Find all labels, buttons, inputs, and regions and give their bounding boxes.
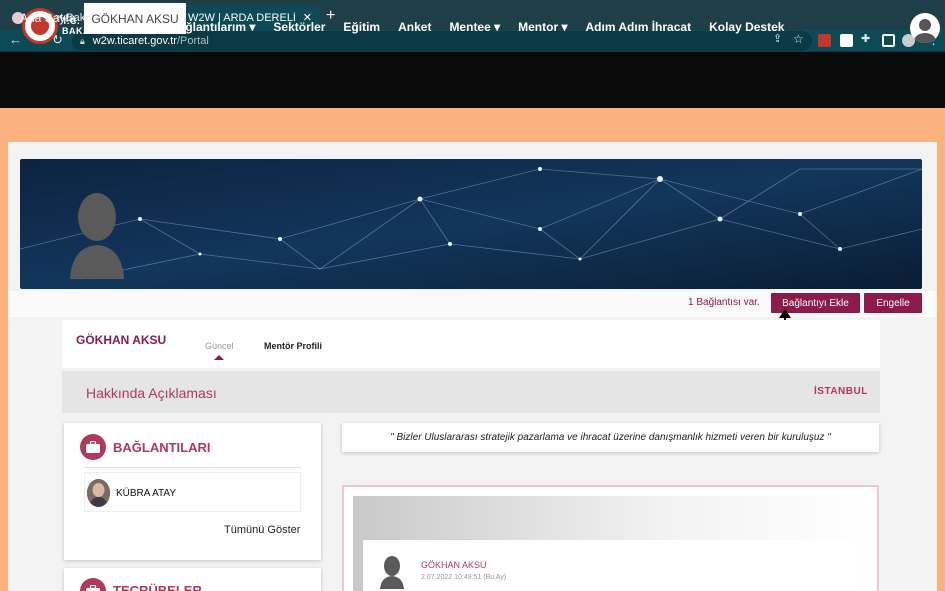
tab-home[interactable]: Ana Sayfa xyxy=(12,8,83,28)
annotation-arrow-head xyxy=(779,309,791,318)
experiences-title: TECRÜBELER xyxy=(113,583,202,591)
bookmark-star-icon[interactable]: ☆ xyxy=(793,32,804,46)
profile-name: GÖKHAN AKSU xyxy=(76,333,167,347)
tab-mentor-profile[interactable]: Mentör Profili xyxy=(264,341,322,351)
bio-quote-card: " Bizler Uluslararası stratejik pazarlam… xyxy=(342,423,879,452)
sidebar-icon[interactable] xyxy=(882,34,895,47)
connections-title: BAĞLANTILARI xyxy=(113,440,211,455)
profile-name-card xyxy=(62,320,880,368)
profile-cover-image xyxy=(20,159,922,289)
briefcase-icon xyxy=(80,434,106,460)
user-avatar[interactable] xyxy=(910,13,940,43)
lock-icon: 🔒︎ xyxy=(80,35,85,46)
show-all-link[interactable]: Tümünü Göster xyxy=(224,524,300,536)
extensions-puzzle-icon[interactable]: ✚ xyxy=(861,32,870,45)
divider xyxy=(84,467,301,468)
nav-education[interactable]: Eğitim xyxy=(343,20,380,34)
connection-count: 1 Bağlantısı var. xyxy=(688,297,760,308)
tab-current[interactable]: Güncel xyxy=(205,341,234,351)
extension-grid-icon[interactable] xyxy=(818,34,831,47)
block-button[interactable]: Engelle xyxy=(864,293,922,313)
nav-step-export[interactable]: Adım Adım İhracat xyxy=(586,20,692,34)
profile-avatar xyxy=(66,189,128,282)
address-bar[interactable]: 🔒︎ w2w.ticaret.gov.tr/Portal xyxy=(72,31,812,51)
connection-avatar[interactable] xyxy=(87,479,110,507)
extension-a-icon[interactable] xyxy=(840,34,853,47)
connection-name[interactable]: KÜBRA ATAY xyxy=(116,488,176,499)
post-author-avatar[interactable] xyxy=(379,555,405,591)
post-date: 2.07.2022 10:49:51 (Bu Ay) xyxy=(421,574,507,581)
url-host: w2w.ticaret.gov.tr xyxy=(92,35,177,47)
page-tabs xyxy=(0,108,945,142)
nav-survey[interactable]: Anket xyxy=(398,20,431,34)
profile-city: İSTANBUL xyxy=(814,386,868,397)
url-path: /Portal xyxy=(176,35,209,47)
site-header xyxy=(0,52,945,108)
tab-profile[interactable]: GÖKHAN AKSU xyxy=(84,3,186,34)
bio-quote: " Bizler Uluslararası stratejik pazarlam… xyxy=(390,432,831,443)
nav-easy-support[interactable]: Kolay Destek xyxy=(709,20,784,34)
main-nav: Bağlantılarım ▾ Sektörler Eğitim Anket M… xyxy=(170,20,784,34)
nav-sectors[interactable]: Sektörler xyxy=(273,20,325,34)
nav-mentor[interactable]: Mentor ▾ xyxy=(518,20,567,34)
active-tab-caret-icon xyxy=(214,355,224,360)
post-author-name[interactable]: GÖKHAN AKSU xyxy=(421,560,487,570)
about-title: Hakkında Açıklaması xyxy=(86,385,217,401)
back-arrow-icon[interactable]: ← xyxy=(9,32,22,47)
nav-mentee[interactable]: Mentee ▾ xyxy=(449,20,500,34)
